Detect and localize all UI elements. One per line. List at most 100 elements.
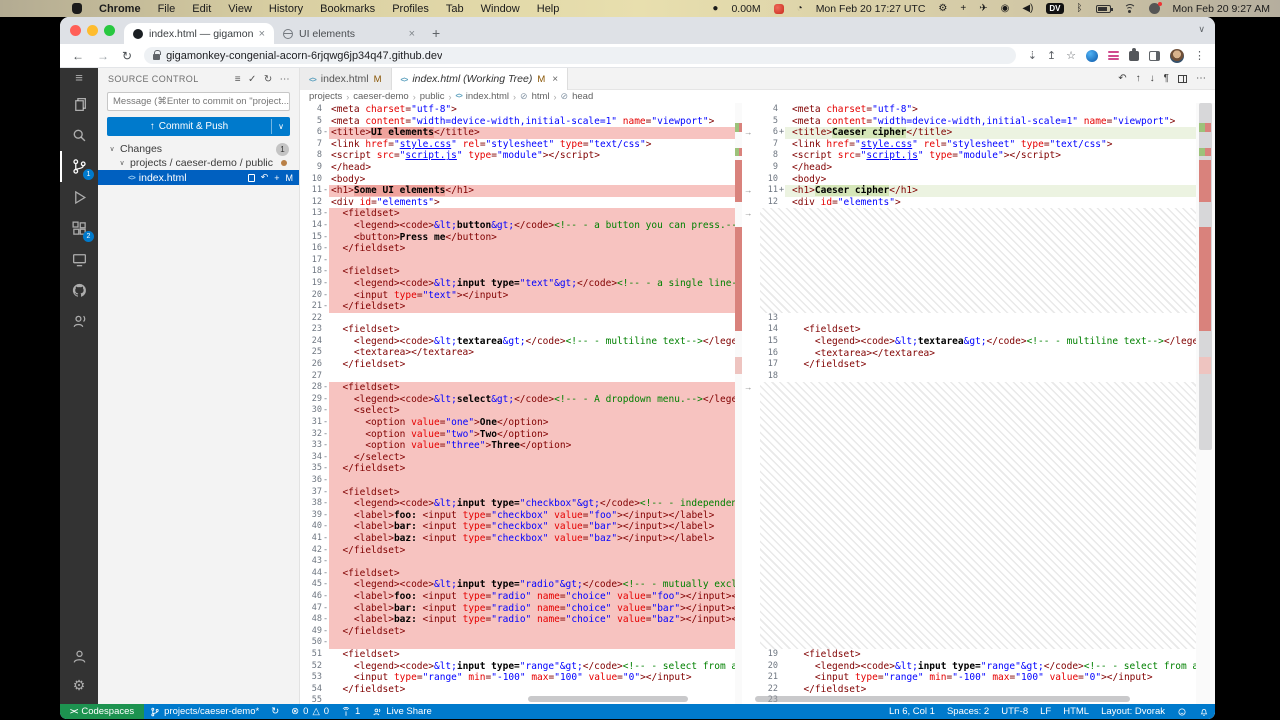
horizontal-scrollbar-right[interactable] [755,696,1130,702]
menu-profiles[interactable]: Profiles [392,3,429,15]
code-line[interactable]: 32- <option value="two">Two</option> [300,428,742,441]
dvorak-layout-badge[interactable]: DV [1046,3,1064,14]
open-file-icon[interactable] [247,173,255,182]
code-line[interactable]: 27 [300,371,742,383]
code-line[interactable]: 39- <label>foo: <input type="checkbox" v… [300,509,742,522]
code-line[interactable]: 22 [300,313,742,325]
breadcrumb-item-public[interactable]: public [420,91,445,102]
apple-menu-icon[interactable] [72,3,82,14]
code-line[interactable]: 10 <body> [300,174,742,186]
code-line[interactable]: 25 <textarea></textarea> [300,347,742,359]
menu-tab[interactable]: Tab [446,3,464,15]
diff-revert-arrow-icon[interactable]: → [744,127,753,139]
code-line[interactable]: 13 [758,313,1215,325]
menu-bookmarks[interactable]: Bookmarks [320,3,375,15]
code-line[interactable]: 49- </fieldset> [300,625,742,638]
previous-change-icon[interactable]: ↑ [1136,73,1141,84]
back-button[interactable]: ← [72,49,84,63]
activity-item-source-control[interactable]: 1 [60,151,98,182]
diff-revert-arrow-icon[interactable]: → [744,208,753,220]
editor-tab-working-tree[interactable]: <> index.html (Working Tree) M × [391,68,569,90]
breadcrumb-item-html[interactable]: html [532,91,550,102]
gear-icon[interactable]: ⚙ [938,3,947,14]
forward-button[interactable]: → [97,49,109,63]
new-tab-button[interactable]: + [432,25,440,44]
code-line[interactable]: 29- <legend><code>&lt;select&gt;</code><… [300,393,742,406]
code-line[interactable]: 22 </fieldset> [758,684,1215,696]
code-line[interactable]: 51 <fieldset> [300,649,742,661]
bluetooth-icon[interactable]: ᛒ [1077,3,1083,14]
stage-changes-icon[interactable]: + [274,173,279,183]
code-line[interactable]: 44- <fieldset> [300,567,742,580]
menu-edit[interactable]: Edit [192,3,211,15]
commit-message-input[interactable]: Message (⌘Enter to commit on "project... [107,92,290,111]
code-line[interactable]: 6- <title>UI elements</title> [300,127,742,139]
feedback-button[interactable] [1171,704,1193,719]
paper-plane-icon[interactable]: ✈ [979,3,987,14]
modified-overview-ruler[interactable] [1196,103,1215,704]
code-line[interactable]: 35- </fieldset> [300,463,742,475]
code-line[interactable]: 16 <textarea></textarea> [758,348,1215,360]
diff-revert-arrow-icon[interactable]: → [744,185,753,197]
zoom-window-button[interactable] [104,25,115,36]
keyboard-app-icon[interactable] [773,3,784,14]
code-line[interactable]: 46- <label>foo: <input type="radio" name… [300,590,742,603]
code-line[interactable]: 8 <script src="script.js" type="module"><… [758,150,1215,162]
diff-revert-arrow-icon[interactable]: → [744,382,753,394]
code-line[interactable]: 52 <legend><code>&lt;input type="range"&… [300,661,742,673]
code-line[interactable]: 5 <meta content="width=device-width,initi… [300,116,742,128]
browser-tab-codespaces[interactable]: index.html — gigamonkey [Cod × [124,23,274,44]
close-tab-icon[interactable]: × [409,28,415,40]
wifi-icon[interactable] [1123,4,1136,13]
code-line[interactable]: 30- <select> [300,405,742,418]
status-item-layout[interactable]: Layout: Dvorak [1095,704,1171,719]
sync-indicator[interactable]: ↻ [265,704,285,719]
branch-indicator[interactable]: projects/caeser-demo* [144,704,265,719]
code-line[interactable]: 43- [300,556,742,568]
code-line[interactable]: 19- <legend><code>&lt;input type="text"&… [300,277,742,290]
breadcrumb-item-index.html[interactable]: index.html [466,91,509,102]
tab-search-chevron-icon[interactable]: ∨ [1198,24,1205,35]
code-line[interactable]: 14 <fieldset> [758,324,1215,336]
changed-file-row-selected[interactable]: <> index.html ↶ + M [98,170,299,185]
code-line[interactable]: 36- [300,475,742,487]
code-line[interactable]: 38- <legend><code>&lt;input type="checkb… [300,498,742,510]
code-line[interactable]: 17- [300,254,742,267]
code-line[interactable]: 37- <fieldset> [300,486,742,499]
breadcrumb-item-caeser-demo[interactable]: caeser-demo [353,91,408,102]
close-tab-icon[interactable]: × [552,74,558,85]
code-line[interactable]: 11 + <h1>Caeser cipher</h1> [758,185,1215,197]
close-tab-icon[interactable]: × [259,28,265,40]
activity-item-settings[interactable]: ⚙ [60,671,98,700]
menu-history[interactable]: History [269,3,303,15]
commit-dropdown-chevron[interactable]: ∨ [272,117,290,136]
extension-pink-icon[interactable] [1108,51,1119,60]
volume-icon[interactable]: ◀) [1022,3,1033,14]
share-icon[interactable]: ↥ [1047,49,1056,62]
code-line[interactable]: 16- </fieldset> [300,243,742,255]
record-icon[interactable]: ● [712,3,718,14]
code-line[interactable]: 4 <meta charset="utf-8"> [758,104,1215,116]
view-as-tree-icon[interactable]: ≡ [235,74,241,85]
activity-item-github[interactable] [60,275,98,306]
horizontal-scrollbar-left[interactable] [528,696,688,702]
commit-and-push-button[interactable]: ↑ Commit & Push ∨ [107,117,290,136]
code-line[interactable]: 18 [758,371,1215,383]
install-app-icon[interactable]: ⇣ [1028,49,1037,62]
code-line[interactable]: 26 </fieldset> [300,359,742,371]
more-actions-icon[interactable]: ⋯ [1196,73,1206,84]
reload-button[interactable]: ↻ [122,49,132,63]
side-panel-icon[interactable] [1149,50,1160,61]
code-line[interactable]: 50- [300,637,742,649]
revert-file-icon[interactable]: ↶ [1118,73,1126,84]
activity-item-run-debug[interactable] [60,182,98,213]
activity-item-remote-explorer[interactable] [60,244,98,275]
code-line[interactable]: 53 <input type="range" min="-100" max="1… [300,672,742,684]
code-line[interactable]: 11- <h1>Some UI elements</h1> [300,185,742,197]
menu-window[interactable]: Window [481,3,520,15]
code-line[interactable]: 15 <legend><code>&lt;textarea&gt;</code>… [758,336,1215,348]
code-line[interactable]: 31- <option value="one">One</option> [300,417,742,429]
code-line[interactable]: 42- </fieldset> [300,544,742,557]
menu-chrome[interactable]: Chrome [99,3,141,15]
activity-item-extensions[interactable]: 2 [60,213,98,244]
